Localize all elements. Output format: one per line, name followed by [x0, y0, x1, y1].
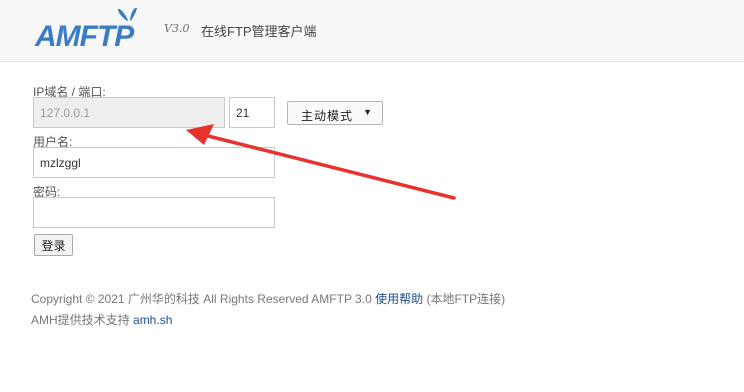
logo-text: AMFTP: [34, 20, 135, 52]
app-tagline: 在线FTP管理客户端: [201, 24, 317, 39]
footer-support-line: AMH提供技术支持 amh.sh: [31, 311, 172, 328]
mode-select[interactable]: 主动模式 ▼: [287, 101, 383, 125]
chevron-down-icon: ▼: [363, 107, 372, 117]
help-link[interactable]: 使用帮助: [375, 292, 423, 306]
version-label: V3.0: [164, 22, 190, 35]
header: AMFTP V3.0 在线FTP管理客户端: [0, 0, 744, 62]
support-text: AMH提供技术支持: [31, 313, 130, 327]
username-input[interactable]: [33, 147, 275, 178]
port-input[interactable]: [229, 97, 275, 128]
amftp-logo: AMFTP: [34, 6, 164, 52]
footer-copyright-line: Copyright © 2021 广州华的科技 All Rights Reser…: [31, 290, 505, 307]
mode-select-value: 主动模式: [301, 109, 354, 123]
password-input[interactable]: [33, 197, 275, 228]
host-input[interactable]: [33, 97, 225, 128]
amh-link[interactable]: amh.sh: [133, 313, 172, 327]
logo-graphic: AMFTP: [34, 7, 137, 52]
local-connection-note: (本地FTP连接): [426, 292, 506, 306]
copyright-text: Copyright © 2021 广州华的科技 All Rights Reser…: [31, 292, 372, 306]
login-button[interactable]: 登录: [34, 234, 73, 256]
